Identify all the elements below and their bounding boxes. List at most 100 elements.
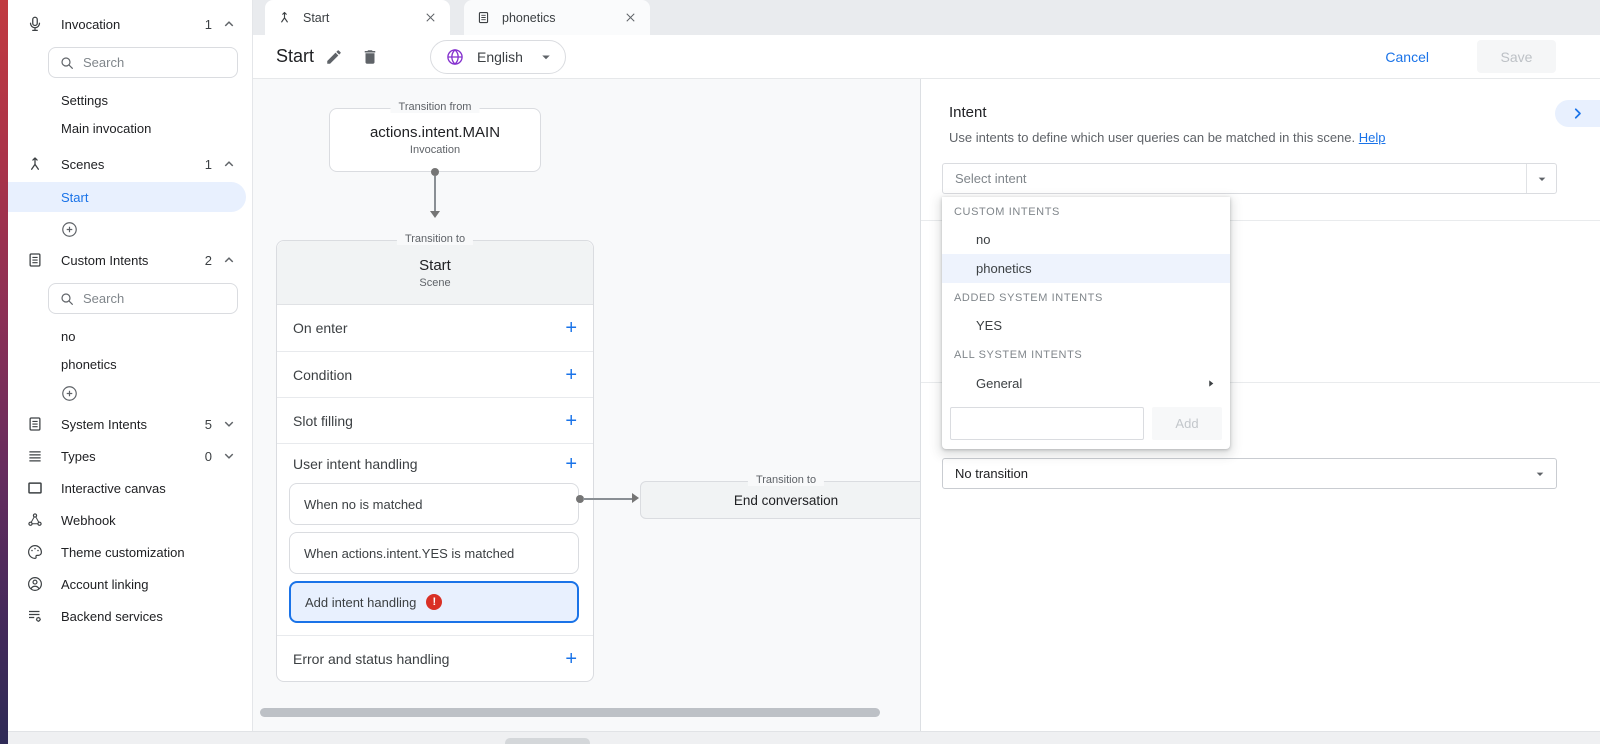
search-icon (59, 291, 75, 307)
sidebar-item-label: Webhook (61, 513, 238, 528)
sidebar-item-no[interactable]: no (8, 322, 252, 350)
section-label: Condition (293, 367, 352, 383)
delete-scene-button[interactable] (354, 41, 386, 73)
plus-icon[interactable]: + (565, 365, 577, 385)
dropdown-group-added-system-intents: ADDED SYSTEM INTENTS (942, 283, 1230, 311)
plus-icon[interactable]: + (565, 649, 577, 669)
sidebar-item-main-invocation[interactable]: Main invocation (8, 114, 252, 142)
search-input[interactable] (83, 291, 213, 306)
node-title: Start (419, 257, 451, 274)
sidebar-item-scenes[interactable]: Scenes 1 (8, 148, 252, 180)
custom-intents-search (48, 283, 238, 314)
sidebar-item-label: Scenes (61, 157, 205, 172)
item-count: 1 (205, 157, 212, 172)
edit-scene-button[interactable] (318, 41, 350, 73)
transition-from-node[interactable]: Transition from actions.intent.MAIN Invo… (329, 108, 541, 172)
canvas-icon (26, 479, 44, 497)
plus-icon[interactable]: + (565, 454, 577, 474)
section-slot-filling[interactable]: Slot filling + (277, 397, 593, 443)
delete-icon (361, 48, 379, 66)
node-legend: Transition to (397, 233, 473, 245)
help-link[interactable]: Help (1359, 130, 1386, 145)
dropdown-item-general[interactable]: General (942, 368, 1230, 399)
palette-icon (26, 543, 44, 561)
caret-down-icon (1526, 164, 1556, 193)
add-intent-button[interactable] (8, 378, 252, 408)
actions-console-app: Invocation 1 Settings Main invocation Sc… (0, 0, 1600, 744)
sidebar-item-backend-services[interactable]: Backend services (8, 600, 252, 632)
section-user-intent-handling[interactable]: User intent handling + (277, 443, 593, 483)
language-selector[interactable]: English (430, 40, 566, 74)
section-on-enter[interactable]: On enter + (277, 305, 593, 351)
save-button[interactable]: Save (1477, 40, 1556, 73)
sidebar-item-start[interactable]: Start (8, 182, 246, 212)
add-intent-handling-card[interactable]: Add intent handling ! (289, 581, 579, 623)
plus-icon[interactable]: + (565, 318, 577, 338)
plus-icon[interactable]: + (565, 411, 577, 431)
section-condition[interactable]: Condition + (277, 351, 593, 397)
dropdown-item-yes[interactable]: YES (942, 311, 1230, 340)
sidebar-item-webhook[interactable]: Webhook (8, 504, 252, 536)
item-count: 2 (205, 253, 212, 268)
sidebar-item-theme-customization[interactable]: Theme customization (8, 536, 252, 568)
bottom-scroll-handle[interactable] (505, 738, 590, 744)
end-conversation-node[interactable]: Transition to End conversation (640, 481, 920, 519)
language-label: English (477, 49, 523, 65)
close-icon[interactable] (422, 10, 438, 26)
scene-icon (277, 10, 293, 26)
connector-arrow-down (430, 211, 440, 218)
sidebar-item-account-linking[interactable]: Account linking (8, 568, 252, 600)
close-icon[interactable] (622, 10, 638, 26)
chevron-up-icon[interactable] (220, 251, 238, 269)
transition-dropdown[interactable]: No transition (942, 458, 1557, 489)
handler-when-yes-matched[interactable]: When actions.intent.YES is matched (289, 532, 579, 574)
node-subtitle: Scene (419, 277, 450, 289)
caret-down-icon (537, 48, 555, 66)
types-icon (26, 447, 44, 465)
intent-icon (476, 10, 492, 26)
sidebar-item-settings[interactable]: Settings (8, 86, 252, 114)
account-icon (26, 575, 44, 593)
dropdown-item-phonetics[interactable]: phonetics (942, 254, 1230, 283)
sidebar: Invocation 1 Settings Main invocation Sc… (8, 0, 253, 731)
dropdown-item-no[interactable]: no (942, 225, 1230, 254)
cancel-button[interactable]: Cancel (1385, 49, 1429, 65)
new-intent-input[interactable] (950, 407, 1144, 440)
tab-start[interactable]: Start (265, 0, 450, 35)
tab-phonetics[interactable]: phonetics (464, 0, 650, 35)
add-button[interactable]: Add (1152, 407, 1222, 440)
chevron-up-icon[interactable] (220, 15, 238, 33)
scene-node-header[interactable]: Start Scene (277, 241, 593, 305)
section-error-status-handling[interactable]: Error and status handling + (277, 635, 593, 681)
select-intent-dropdown[interactable]: Select intent (942, 163, 1557, 194)
sidebar-item-system-intents[interactable]: System Intents 5 (8, 408, 252, 440)
sidebar-item-custom-intents[interactable]: Custom Intents 2 (8, 244, 252, 276)
chevron-down-icon[interactable] (220, 415, 238, 433)
sidebar-item-invocation[interactable]: Invocation 1 (8, 8, 252, 40)
node-subtitle: Invocation (410, 144, 460, 156)
chevron-up-icon[interactable] (220, 155, 238, 173)
sidebar-item-types[interactable]: Types 0 (8, 440, 252, 472)
sidebar-item-phonetics[interactable]: phonetics (8, 350, 252, 378)
search-input[interactable] (83, 55, 213, 70)
sidebar-item-label: Backend services (61, 609, 238, 624)
section-label: Slot filling (293, 413, 353, 429)
horizontal-scrollbar[interactable] (260, 708, 880, 717)
transition-value: No transition (943, 466, 1532, 481)
tab-label: phonetics (502, 11, 622, 25)
mic-icon (26, 15, 44, 33)
sidebar-item-label: Types (61, 449, 205, 464)
sidebar-item-interactive-canvas[interactable]: Interactive canvas (8, 472, 252, 504)
connector-line (583, 498, 633, 500)
node-title: actions.intent.MAIN (370, 124, 500, 141)
connector-line (434, 176, 436, 212)
handler-when-no-matched[interactable]: When no is matched (289, 483, 579, 525)
connector-dot (431, 168, 439, 176)
collapse-panel-button[interactable] (1555, 100, 1600, 127)
tab-label: Start (303, 11, 422, 25)
dropdown-item-label: General (976, 376, 1022, 391)
intent-icon (26, 251, 44, 269)
chevron-down-icon[interactable] (220, 447, 238, 465)
add-scene-button[interactable] (8, 214, 252, 244)
node-legend: Transition from (391, 101, 480, 113)
